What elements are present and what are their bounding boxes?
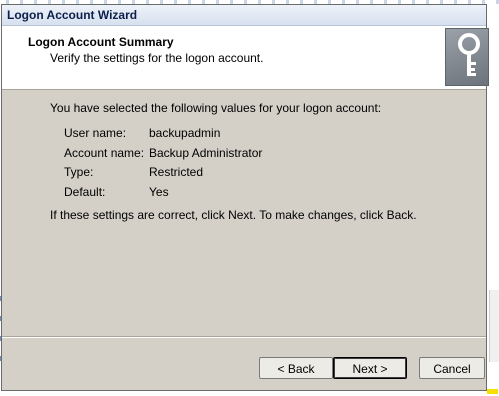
logon-account-wizard-dialog: Logon Account Wizard Logon Account Summa… (1, 4, 489, 391)
field-value-account-name: Backup Administrator (149, 146, 263, 160)
background-highlight (487, 389, 498, 394)
field-label-type: Type: (64, 165, 94, 179)
wizard-header: Logon Account Summary Verify the setting… (2, 26, 489, 90)
window-title: Logon Account Wizard (7, 8, 138, 22)
intro-text: You have selected the following values f… (50, 101, 382, 115)
field-label-account-name: Account name: (64, 146, 145, 160)
header-title: Logon Account Summary (28, 35, 174, 49)
header-subtitle: Verify the settings for the logon accoun… (50, 51, 264, 65)
cancel-button[interactable]: Cancel (419, 357, 485, 379)
title-bar[interactable]: Logon Account Wizard (2, 5, 486, 26)
instruction-text: If these settings are correct, click Nex… (50, 208, 417, 222)
wizard-content: You have selected the following values f… (2, 90, 486, 390)
field-value-type: Restricted (149, 165, 204, 179)
field-label-user-name: User name: (64, 126, 127, 140)
button-separator (2, 336, 486, 338)
field-value-user-name: backupadmin (149, 126, 221, 140)
field-label-default: Default: (64, 185, 106, 199)
key-icon (445, 28, 489, 86)
back-button[interactable]: < Back (259, 357, 333, 379)
background-scrollbar (489, 290, 499, 362)
next-button[interactable]: Next > (333, 357, 407, 379)
screen: Logon Account Wizard Logon Account Summa… (0, 0, 499, 396)
field-value-default: Yes (149, 185, 169, 199)
